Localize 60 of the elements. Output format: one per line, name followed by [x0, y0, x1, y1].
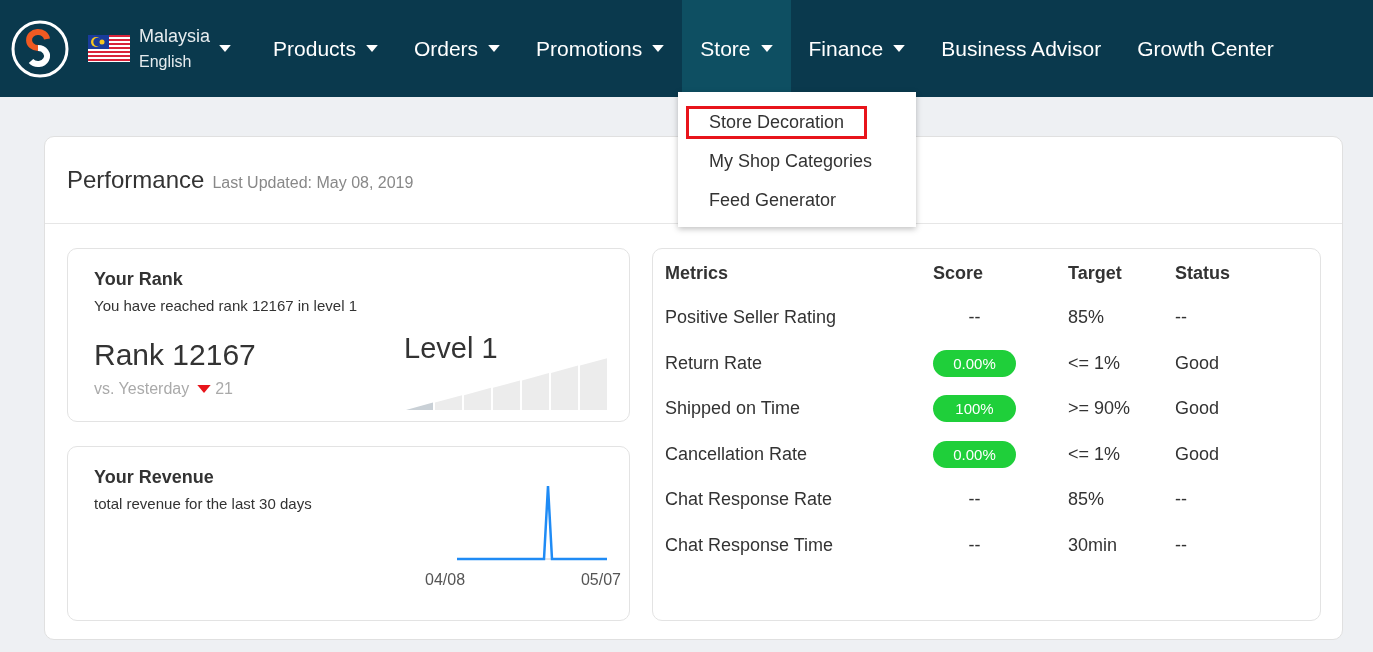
language-label: English: [139, 53, 193, 71]
level-label: Level 1: [404, 332, 498, 365]
target-value: <= 1%: [1068, 443, 1122, 465]
target-value: <= 1%: [1068, 352, 1122, 374]
caret-icon: [893, 45, 906, 52]
metric-name: Return Rate: [665, 352, 764, 374]
axis-label: 05/07: [580, 571, 621, 589]
flag-icon: [88, 35, 130, 62]
score-value: --: [967, 489, 982, 511]
nav-tab[interactable]: Orders: [395, 0, 519, 97]
score-badge: 100%: [933, 395, 1016, 423]
comparison-label: vs. Yesterday: [94, 380, 190, 398]
status-value: Good: [1175, 352, 1221, 374]
card-title: Performance: [67, 166, 205, 194]
caret-icon: [219, 45, 232, 52]
score-value: --: [967, 307, 982, 329]
caret-icon: [652, 45, 665, 52]
target-value: 85%: [1068, 489, 1106, 511]
status-value: --: [1175, 307, 1188, 329]
column-header: Score: [933, 262, 985, 284]
country-label: Malaysia: [139, 26, 211, 47]
menu-item[interactable]: Feed Generator: [686, 184, 860, 217]
metric-name: Chat Response Time: [665, 534, 835, 556]
panel-title: Your Rank: [94, 269, 184, 290]
menu-item[interactable]: Store Decoration: [686, 106, 868, 139]
status-value: --: [1175, 534, 1188, 556]
last-updated-text: Last Updated: May 08, 2019: [212, 174, 414, 192]
target-value: 85%: [1068, 307, 1106, 329]
target-value: >= 90%: [1068, 398, 1132, 420]
nav-tab[interactable]: Promotions: [518, 0, 683, 97]
column-header: Metrics: [665, 262, 730, 284]
axis-label: 04/08: [425, 571, 466, 589]
column-header: Target: [1068, 262, 1123, 284]
rank-change: 21: [215, 380, 233, 398]
status-value: --: [1175, 489, 1188, 511]
metric-name: Chat Response Rate: [665, 489, 834, 511]
caret-icon: [760, 45, 773, 52]
nav-tab[interactable]: Business Advisor: [923, 0, 1120, 97]
metric-name: Cancellation Rate: [665, 443, 809, 465]
nav-tab[interactable]: Finance: [790, 0, 924, 97]
status-value: Good: [1175, 398, 1221, 420]
score-badge: 0.00%: [933, 440, 1016, 468]
score-badge: 0.00%: [933, 349, 1016, 377]
metric-name: Shipped on Time: [665, 398, 802, 420]
panel-subtitle: total revenue for the last 30 days: [94, 495, 313, 512]
locale-selector[interactable]: Malaysia English: [88, 0, 232, 97]
rank-value: Rank 12167: [94, 338, 256, 372]
logo-icon[interactable]: [10, 18, 70, 79]
menu-item[interactable]: My Shop Categories: [686, 145, 896, 178]
column-header: Status: [1175, 262, 1231, 284]
panel-title: Your Revenue: [94, 467, 215, 488]
score-value: --: [967, 534, 982, 556]
status-value: Good: [1175, 443, 1221, 465]
caret-icon: [488, 45, 501, 52]
target-value: 30min: [1068, 534, 1119, 556]
nav-tab[interactable]: Growth Center: [1119, 0, 1292, 97]
caret-icon: [365, 45, 378, 52]
panel-subtitle: You have reached rank 12167 in level 1: [94, 297, 358, 314]
nav-tab[interactable]: Products: [255, 0, 396, 97]
metric-name: Positive Seller Rating: [665, 307, 838, 329]
